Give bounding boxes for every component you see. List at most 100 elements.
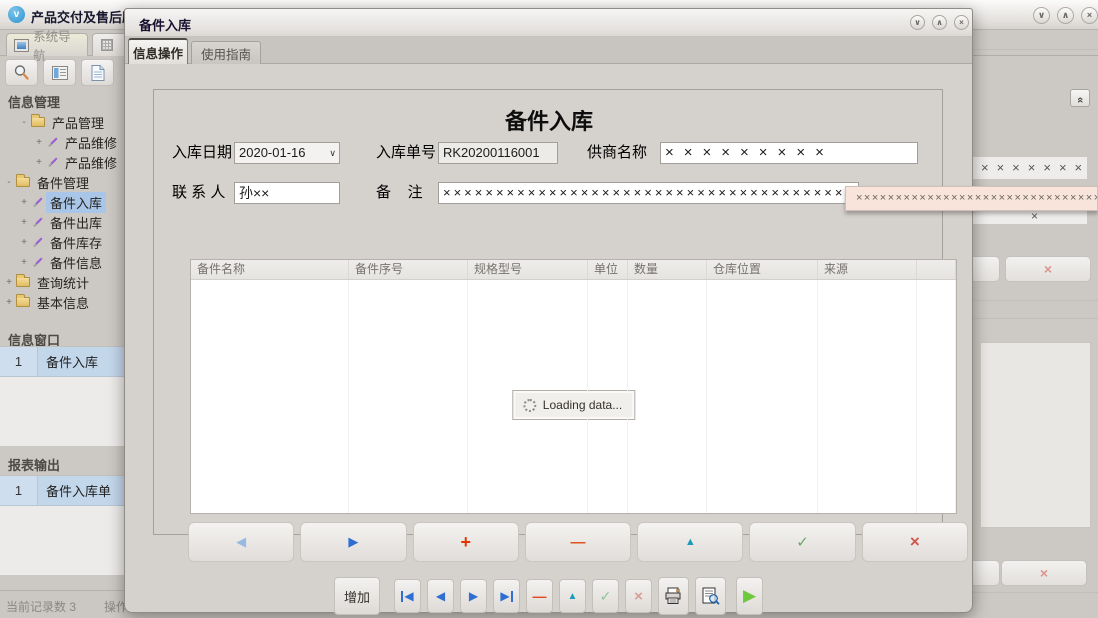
form-icon	[52, 66, 68, 80]
print-button[interactable]	[658, 577, 689, 615]
divider	[973, 300, 1098, 301]
list-item-label: 备件入库	[38, 347, 138, 376]
report-output-list: 1备件入库单	[0, 475, 138, 575]
tab-system-navigation[interactable]: 系统导航	[6, 33, 88, 56]
play-icon: ▶	[743, 586, 756, 606]
tree-item-label: 查询统计	[33, 272, 93, 293]
list-item-number: 1	[0, 347, 38, 376]
triangle-up-icon: ▲	[568, 591, 578, 602]
spare-parts-inbound-dialog: 备件入库 ∨ ∧ × 信息操作 使用指南 备件入库 入库日期 2020-01-1…	[124, 8, 973, 613]
row-add-button[interactable]: +	[413, 522, 519, 562]
dialog-close-button[interactable]: ×	[954, 15, 969, 30]
screen: v 产品交付及售后服务 ∨ ∧ × 系统导航	[0, 0, 1098, 618]
confirm-button[interactable]: ✓	[749, 522, 855, 562]
dialog-body: 备件入库 入库日期 2020-01-16 ∨ 入库单号 RK2020011600…	[125, 64, 972, 613]
page-next-button[interactable]: ▶	[300, 522, 406, 562]
tree-item-label: 备件出库	[46, 212, 106, 233]
tree-expander[interactable]: +	[34, 137, 44, 148]
record-count-text: 当前记录数 3	[6, 598, 76, 615]
cancel-button[interactable]: ×	[625, 579, 652, 613]
divider	[973, 49, 1098, 50]
document-icon	[91, 65, 105, 81]
tree-expander[interactable]: +	[19, 217, 29, 228]
delete-button[interactable]: —	[526, 579, 553, 613]
tree-expander[interactable]: +	[19, 197, 29, 208]
tree-item-label: 产品管理	[48, 112, 108, 133]
column-header-备件序号[interactable]: 备件序号	[349, 260, 468, 279]
inbound-date-select[interactable]: 2020-01-16 ∨	[234, 142, 340, 164]
nav-first-button[interactable]: ◀	[394, 579, 421, 613]
execute-button[interactable]: ▶	[736, 577, 763, 615]
document-button[interactable]	[81, 59, 114, 86]
background-cancel-button[interactable]: ×	[1001, 560, 1087, 586]
list-item[interactable]: 1备件入库单	[0, 476, 138, 506]
column-gridline	[587, 280, 588, 513]
chevron-down-icon: ∨	[329, 143, 336, 163]
row-up-button[interactable]: ▲	[637, 522, 743, 562]
background-cancel-button[interactable]: ×	[1005, 256, 1091, 282]
remark-label: 备 注	[376, 182, 423, 204]
cancel-button[interactable]: ×	[862, 522, 968, 562]
column-gridline	[955, 280, 956, 513]
dialog-minimize-button[interactable]: ∨	[910, 15, 925, 30]
supplier-name-field[interactable]: ×××××××××	[660, 142, 918, 164]
column-header-单位[interactable]: 单位	[588, 260, 628, 279]
list-item[interactable]: 1备件入库	[0, 347, 138, 377]
section-report-output: 报表输出	[8, 455, 60, 474]
info-window-list: 1备件入库	[0, 346, 138, 446]
tree-item-label: 产品维修	[61, 152, 121, 173]
add-button[interactable]: 增加	[334, 577, 380, 615]
column-gridline	[348, 280, 349, 513]
parts-table-header: 备件名称备件序号规格型号单位数量仓库位置来源	[191, 260, 956, 280]
tree-expander[interactable]: +	[4, 277, 14, 288]
dialog-tabstrip: 信息操作 使用指南	[125, 37, 972, 64]
remark-field[interactable]: ××××××××××××××××××××××××××××××××××××××	[438, 182, 859, 204]
column-header-规格型号[interactable]: 规格型号	[468, 260, 588, 279]
tree-expander[interactable]: +	[4, 297, 14, 308]
order-number-field[interactable]: RK20200116001	[438, 142, 558, 164]
list-item-number: 1	[0, 476, 38, 505]
grid-button-row: ◀▶+ — ▲✓×	[188, 522, 968, 562]
tab-info-operation[interactable]: 信息操作	[128, 38, 188, 64]
tab-user-guide[interactable]: 使用指南	[191, 41, 261, 64]
parts-table-body[interactable]: Loading data...	[191, 280, 956, 513]
column-header-备件名称[interactable]: 备件名称	[191, 260, 349, 279]
collapse-panel-button[interactable]: «	[1070, 89, 1090, 107]
row-remove-button[interactable]: —	[525, 522, 631, 562]
parts-table: 备件名称备件序号规格型号单位数量仓库位置来源 Loading data...	[190, 259, 957, 514]
inbound-date-value: 2020-01-16	[239, 145, 306, 160]
print-preview-icon	[701, 587, 720, 605]
page-prev-button[interactable]: ◀	[188, 522, 294, 562]
tree-expander[interactable]: -	[4, 177, 14, 188]
confirm-button[interactable]: ✓	[592, 579, 619, 613]
contact-person-field[interactable]: 孙××	[234, 182, 340, 204]
move-up-button[interactable]: ▲	[559, 579, 586, 613]
column-gridline	[627, 280, 628, 513]
form-view-button[interactable]	[43, 59, 76, 86]
tree-expander[interactable]: +	[34, 157, 44, 168]
print-preview-button[interactable]	[695, 577, 726, 615]
search-button[interactable]	[5, 59, 38, 86]
dialog-restore-button[interactable]: ∧	[932, 15, 947, 30]
tree-expander[interactable]: +	[19, 257, 29, 268]
printer-icon	[664, 587, 683, 605]
nav-next-button[interactable]: ▶	[460, 579, 487, 613]
nav-last-button[interactable]: ▶	[493, 579, 520, 613]
loading-indicator: Loading data...	[512, 390, 635, 420]
supplier-name-label: 供商名称	[587, 142, 647, 164]
dialog-title: 备件入库	[139, 15, 191, 34]
tree-item-label: 备件入库	[46, 192, 106, 213]
tree-expander[interactable]: +	[19, 237, 29, 248]
column-header-来源[interactable]: 来源	[818, 260, 917, 279]
nav-prev-button[interactable]: ◀	[427, 579, 454, 613]
row-remove-icon: —	[570, 534, 585, 551]
folder-icon	[16, 277, 30, 287]
loading-text: Loading data...	[543, 398, 622, 412]
tree-item-label: 备件管理	[33, 172, 93, 193]
folder-icon	[31, 117, 45, 127]
inbound-form-panel: 备件入库 入库日期 2020-01-16 ∨ 入库单号 RK2020011600…	[153, 89, 943, 535]
tree-expander[interactable]: -	[19, 117, 29, 128]
column-header-数量[interactable]: 数量	[628, 260, 707, 279]
column-header-仓库位置[interactable]: 仓库位置	[707, 260, 818, 279]
order-number-label: 入库单号	[376, 142, 436, 164]
